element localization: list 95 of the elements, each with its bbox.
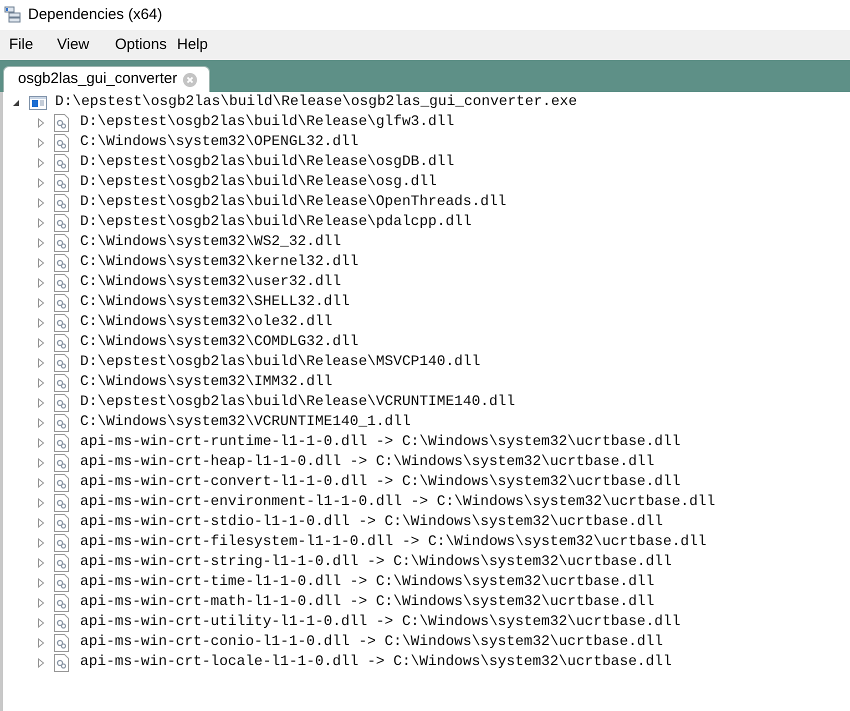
tab[interactable]: osgb2las_gui_converter <box>3 66 210 92</box>
tree-item[interactable]: C:\Windows\system32\VCRUNTIME140_1.dll <box>80 412 411 434</box>
gear-file-icon <box>54 594 69 612</box>
collapsed-arrow-icon[interactable] <box>36 458 46 468</box>
collapsed-arrow-icon[interactable] <box>36 258 46 268</box>
collapsed-arrow-icon[interactable] <box>36 278 46 288</box>
menu-item[interactable]: View <box>50 34 108 56</box>
collapsed-arrow-icon[interactable] <box>36 298 46 308</box>
tree-item[interactable]: D:\epstest\osgb2las\build\Release\MSVCP140.dll <box>80 352 480 374</box>
collapsed-arrow-icon[interactable] <box>36 218 46 228</box>
gear-file-icon <box>54 234 69 252</box>
gear-file-icon <box>54 554 69 572</box>
collapsed-arrow-icon[interactable] <box>36 498 46 508</box>
tree-item[interactable]: D:\epstest\osgb2las\build\Release\pdalcpp.dll <box>80 212 472 234</box>
collapsed-arrow-icon[interactable] <box>36 338 46 348</box>
tree-item[interactable]: api-ms-win-crt-string-l1-1-0.dll -> C:\Windows\system32\ucrtbase.dll <box>80 552 672 574</box>
collapsed-arrow-icon[interactable] <box>36 598 46 608</box>
gear-file-icon <box>54 294 69 312</box>
gear-file-icon <box>54 414 69 432</box>
collapsed-arrow-icon[interactable] <box>36 578 46 588</box>
gear-file-icon <box>54 174 69 192</box>
tree-item[interactable]: api-ms-win-crt-conio-l1-1-0.dll -> C:\Windows\system32\ucrtbase.dll <box>80 632 663 654</box>
gear-file-icon <box>54 654 69 672</box>
gear-file-icon <box>54 214 69 232</box>
gear-file-icon <box>54 614 69 632</box>
menu-item[interactable]: Help <box>170 34 210 56</box>
gear-file-icon <box>54 534 69 552</box>
window-title: Dependencies (x64) <box>28 4 162 25</box>
gear-file-icon <box>54 514 69 532</box>
tree-item[interactable]: D:\epstest\osgb2las\build\Release\glfw3.dll <box>80 112 454 134</box>
tree-item[interactable]: D:\epstest\osgb2las\build\Release\OpenThreads.dll <box>80 192 506 214</box>
gear-file-icon <box>54 194 69 212</box>
collapsed-arrow-icon[interactable] <box>36 178 46 188</box>
collapsed-arrow-icon[interactable] <box>36 638 46 648</box>
collapsed-arrow-icon[interactable] <box>36 378 46 388</box>
tree-item[interactable]: C:\Windows\system32\COMDLG32.dll <box>80 332 358 354</box>
tree-item[interactable]: C:\Windows\system32\ole32.dll <box>80 312 332 334</box>
app-icon <box>4 6 22 24</box>
tree-item[interactable]: api-ms-win-crt-heap-l1-1-0.dll -> C:\Windows\system32\ucrtbase.dll <box>80 452 654 474</box>
collapsed-arrow-icon[interactable] <box>36 398 46 408</box>
collapsed-arrow-icon[interactable] <box>36 198 46 208</box>
gear-file-icon <box>54 394 69 412</box>
collapsed-arrow-icon[interactable] <box>36 658 46 668</box>
gear-file-icon <box>54 454 69 472</box>
expanded-arrow-icon[interactable] <box>11 98 21 108</box>
gear-file-icon <box>54 274 69 292</box>
collapsed-arrow-icon[interactable] <box>36 558 46 568</box>
gear-file-icon <box>54 494 69 512</box>
collapsed-arrow-icon[interactable] <box>36 518 46 528</box>
gear-file-icon <box>54 314 69 332</box>
tree-item[interactable]: api-ms-win-crt-filesystem-l1-1-0.dll -> C:\Windows\system32\ucrtbase.dll <box>80 532 707 554</box>
gear-file-icon <box>54 474 69 492</box>
gear-file-icon <box>54 114 69 132</box>
tree-item[interactable]: api-ms-win-crt-runtime-l1-1-0.dll -> C:\Windows\system32\ucrtbase.dll <box>80 432 680 454</box>
collapsed-arrow-icon[interactable] <box>36 118 46 128</box>
tree-item[interactable]: C:\Windows\system32\SHELL32.dll <box>80 292 350 314</box>
tree-item[interactable]: D:\epstest\osgb2las\build\Release\osgb2las_gui_converter.exe <box>55 92 578 114</box>
collapsed-arrow-icon[interactable] <box>36 138 46 148</box>
collapsed-arrow-icon[interactable] <box>36 318 46 328</box>
collapsed-arrow-icon[interactable] <box>36 478 46 488</box>
collapsed-arrow-icon[interactable] <box>36 538 46 548</box>
tree-item[interactable]: api-ms-win-crt-utility-l1-1-0.dll -> C:\Windows\system32\ucrtbase.dll <box>80 612 680 634</box>
tree-item[interactable]: C:\Windows\system32\OPENGL32.dll <box>80 132 358 154</box>
menu-item[interactable]: Options <box>108 34 170 56</box>
window-file-icon <box>29 95 47 111</box>
tree-item[interactable]: C:\Windows\system32\user32.dll <box>80 272 342 294</box>
collapsed-arrow-icon[interactable] <box>36 418 46 428</box>
tree-item[interactable]: D:\epstest\osgb2las\build\Release\osgDB.dll <box>80 152 454 174</box>
gear-file-icon <box>54 574 69 592</box>
close-icon[interactable] <box>183 72 198 86</box>
tree-item[interactable]: C:\Windows\system32\kernel32.dll <box>80 252 358 274</box>
collapsed-arrow-icon[interactable] <box>36 618 46 628</box>
gear-file-icon <box>54 134 69 152</box>
menu-item[interactable]: File <box>2 34 50 56</box>
gear-file-icon <box>54 634 69 652</box>
gear-file-icon <box>54 254 69 272</box>
collapsed-arrow-icon[interactable] <box>36 238 46 248</box>
gear-file-icon <box>54 354 69 372</box>
gear-file-icon <box>54 154 69 172</box>
collapsed-arrow-icon[interactable] <box>36 158 46 168</box>
tree-item[interactable]: C:\Windows\system32\IMM32.dll <box>80 372 332 394</box>
tree-item[interactable]: api-ms-win-crt-time-l1-1-0.dll -> C:\Windows\system32\ucrtbase.dll <box>80 572 654 594</box>
tree-item[interactable]: api-ms-win-crt-convert-l1-1-0.dll -> C:\Windows\system32\ucrtbase.dll <box>80 472 680 494</box>
tree-item[interactable]: api-ms-win-crt-environment-l1-1-0.dll -> C:\Windows\system32\ucrtbase.dll <box>80 492 716 514</box>
tree-item[interactable]: api-ms-win-crt-stdio-l1-1-0.dll -> C:\Windows\system32\ucrtbase.dll <box>80 512 663 534</box>
gear-file-icon <box>54 434 69 452</box>
collapsed-arrow-icon[interactable] <box>36 358 46 368</box>
collapsed-arrow-icon[interactable] <box>36 438 46 448</box>
gear-file-icon <box>54 334 69 352</box>
gear-file-icon <box>54 374 69 392</box>
tree-item[interactable]: D:\epstest\osgb2las\build\Release\osg.dll <box>80 172 437 194</box>
tree-item[interactable]: C:\Windows\system32\WS2_32.dll <box>80 232 342 254</box>
tree-item[interactable]: api-ms-win-crt-locale-l1-1-0.dll -> C:\Windows\system32\ucrtbase.dll <box>80 652 672 674</box>
tree-item[interactable]: D:\epstest\osgb2las\build\Release\VCRUNTIME140.dll <box>80 392 516 414</box>
tree-item[interactable]: api-ms-win-crt-math-l1-1-0.dll -> C:\Windows\system32\ucrtbase.dll <box>80 592 654 614</box>
